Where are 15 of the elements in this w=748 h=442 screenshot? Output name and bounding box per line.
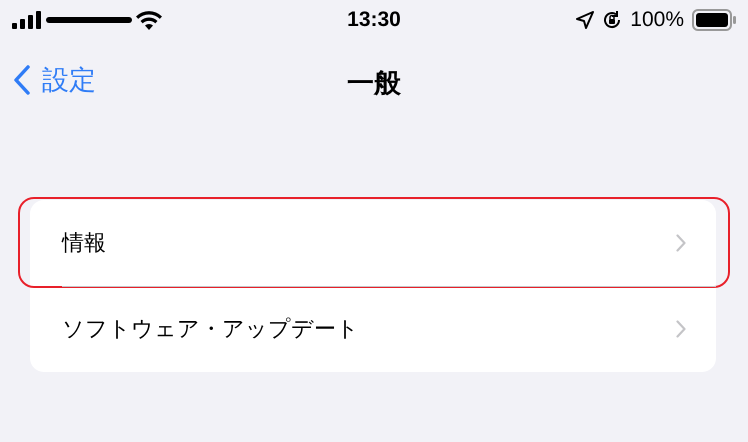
chevron-right-icon — [676, 320, 686, 338]
rotation-lock-icon — [602, 10, 622, 30]
chevron-right-icon — [676, 234, 686, 252]
back-button[interactable]: 設定 — [14, 62, 96, 98]
signal-icon — [12, 11, 42, 29]
row-label: 情報 — [62, 230, 107, 258]
settings-row[interactable]: ソフトウェア・アップデート — [30, 286, 716, 372]
location-arrow-icon — [576, 11, 594, 29]
status-time: 13:30 — [347, 8, 401, 32]
battery-icon — [692, 9, 736, 31]
battery-percent: 100% — [630, 8, 684, 32]
row-label: ソフトウェア・アップデート — [62, 316, 360, 344]
chevron-left-icon — [14, 65, 30, 95]
wifi-icon — [136, 10, 162, 30]
page-title: 一般 — [347, 66, 401, 100]
